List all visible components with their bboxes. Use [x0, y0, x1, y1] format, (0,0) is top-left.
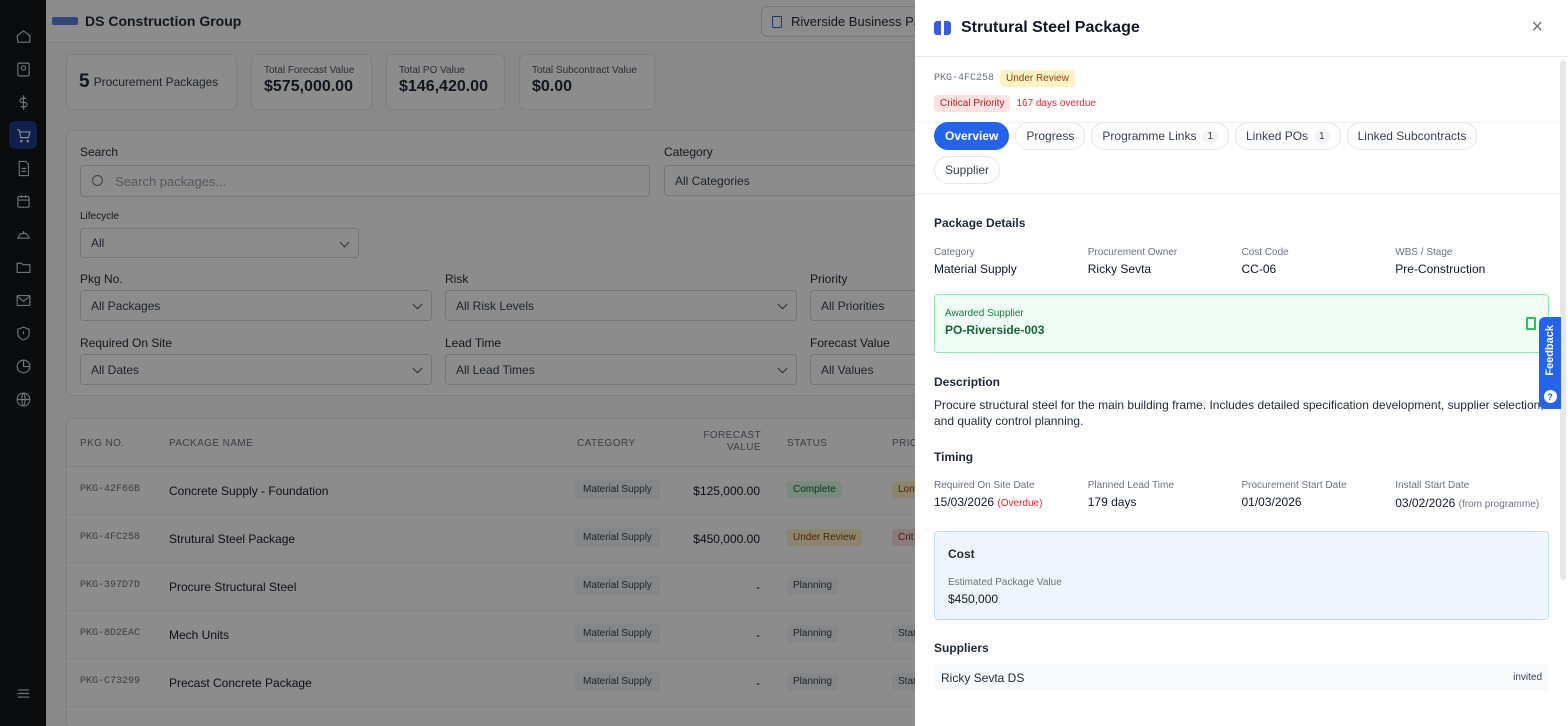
- supplier-row[interactable]: Ricky Sevta DS invited: [934, 664, 1549, 691]
- tab-count: 1: [1202, 129, 1218, 143]
- panel-header: Strutural Steel Package ×: [915, 0, 1568, 57]
- timing-key: Required On Site Date: [934, 480, 1035, 491]
- panel-meta: PKG-4FC258 Under Review Critical Priorit…: [915, 57, 1568, 123]
- tab-linked-pos[interactable]: Linked POs 1: [1235, 122, 1341, 150]
- detail-key: Procurement Owner: [1087, 247, 1178, 258]
- tab-overview[interactable]: Overview: [934, 122, 1010, 150]
- tab-label: Linked POs: [1246, 129, 1309, 143]
- timing-item: Procurement Start Date 01/03/2026: [1242, 480, 1396, 513]
- detail-key: Cost Code: [1241, 247, 1289, 258]
- building-icon: [1526, 317, 1536, 330]
- tab-progress[interactable]: Progress: [1015, 122, 1086, 150]
- supplier-status: invited: [1513, 672, 1542, 683]
- timing-value: 01/03/2026: [1241, 495, 1302, 509]
- close-icon[interactable]: ×: [1531, 17, 1543, 37]
- tab-count: 1: [1314, 129, 1330, 143]
- tab-label: Progress: [1026, 129, 1075, 143]
- tab-programme-links[interactable]: Programme Links 1: [1091, 122, 1229, 150]
- description-title: Description: [934, 375, 1001, 389]
- package-detail-panel: Strutural Steel Package × PKG-4FC258 Und…: [915, 0, 1568, 726]
- cost-value: $450,000: [948, 592, 999, 606]
- detail-value: Material Supply: [934, 262, 1017, 276]
- awarded-label: Awarded Supplier: [945, 308, 1024, 319]
- description-text: Procure structural steel for the main bu…: [934, 398, 1544, 428]
- tab-label: Overview: [945, 129, 999, 143]
- detail-key: Category: [934, 247, 975, 258]
- supplier-name: Ricky Sevta DS: [941, 670, 1025, 685]
- timing-item: Install Start Date 03/02/2026 (from progr…: [1395, 480, 1549, 513]
- package-id: PKG-4FC258: [934, 73, 995, 84]
- details-grid: Category Material Supply Procurement Owne…: [934, 247, 1549, 276]
- timing-key: Planned Lead Time: [1087, 480, 1174, 491]
- panel-tabs: Overview Progress Programme Links 1 Linke…: [915, 122, 1568, 194]
- tab-supplier[interactable]: Supplier: [934, 156, 1001, 184]
- overdue-note: (Overdue): [997, 498, 1043, 509]
- detail-key: WBS / Stage: [1395, 247, 1453, 258]
- feedback-button[interactable]: Feedback ?: [1539, 317, 1561, 409]
- detail-item: Cost Code CC-06: [1242, 247, 1396, 276]
- suppliers-title: Suppliers: [934, 641, 989, 655]
- tab-linked-subcontracts[interactable]: Linked Subcontracts: [1346, 122, 1478, 150]
- timing-value: 03/02/2026: [1395, 496, 1456, 510]
- status-badge: Under Review: [1000, 70, 1075, 87]
- details-title: Package Details: [934, 216, 1026, 230]
- panel-content: Package Details Category Material Supply …: [915, 216, 1568, 691]
- overdue-text: 167 days overdue: [1016, 98, 1096, 109]
- cost-title: Cost: [948, 547, 975, 561]
- help-icon: ?: [1543, 390, 1557, 403]
- timing-item: Required On Site Date 15/03/2026 (Overdue…: [934, 480, 1088, 513]
- detail-item: Category Material Supply: [934, 247, 1088, 276]
- feedback-label: Feedback: [1544, 325, 1556, 376]
- timing-key: Procurement Start Date: [1241, 480, 1347, 491]
- detail-item: Procurement Owner Ricky Sevta: [1088, 247, 1242, 276]
- detail-item: WBS / Stage Pre-Construction: [1395, 247, 1549, 276]
- cost-label: Estimated Package Value: [948, 577, 1062, 588]
- tab-label: Programme Links: [1102, 129, 1197, 143]
- timing-value: 179 days: [1087, 495, 1137, 509]
- detail-value: CC-06: [1241, 262, 1277, 276]
- detail-value: Pre-Construction: [1395, 262, 1486, 276]
- panel-title: Strutural Steel Package: [961, 19, 1140, 36]
- awarded-supplier-card: Awarded Supplier PO-Riverside-003: [934, 294, 1549, 353]
- programme-note: (from programme): [1458, 499, 1540, 510]
- tab-label: Linked Subcontracts: [1357, 129, 1467, 143]
- modal-overlay[interactable]: [0, 0, 915, 726]
- timing-grid: Required On Site Date 15/03/2026 (Overdue…: [934, 480, 1549, 513]
- priority-badge: Critical Priority: [934, 95, 1011, 112]
- tab-label: Supplier: [945, 163, 990, 177]
- awarded-value: PO-Riverside-003: [945, 323, 1045, 337]
- detail-value: Ricky Sevta: [1087, 262, 1152, 276]
- timing-value: 15/03/2026: [934, 495, 995, 509]
- package-icon: [934, 21, 951, 35]
- cost-card: Cost Estimated Package Value $450,000: [934, 531, 1549, 620]
- timing-title: Timing: [934, 450, 974, 464]
- timing-key: Install Start Date: [1395, 480, 1470, 491]
- timing-item: Planned Lead Time 179 days: [1088, 480, 1242, 513]
